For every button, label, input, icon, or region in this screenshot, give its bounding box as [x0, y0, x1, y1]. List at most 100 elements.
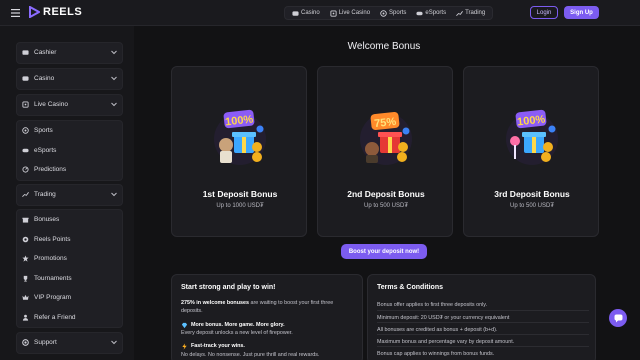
sidebar-item-label: Live Casino — [34, 101, 68, 109]
deposit-bonus-card-3[interactable]: 100% 3rd Deposit Bonus Up to 500 USD₮ — [463, 66, 599, 237]
sidebar-item-label: Bonuses — [34, 216, 60, 224]
sidebar-item-label: Trading — [34, 191, 56, 199]
top-navigation: Casino Live Casino Sports eSports Tradin… — [284, 6, 494, 20]
sidebar-item-sports[interactable]: Sports — [17, 121, 122, 141]
topnav-sports[interactable]: Sports — [376, 8, 410, 18]
sidebar-item-support[interactable]: Support — [17, 333, 122, 353]
sports-icon — [22, 127, 29, 134]
info-intro: 275% in welcome bonuses are waiting to b… — [181, 299, 356, 315]
card-title: 3rd Deposit Bonus — [494, 189, 570, 199]
terms-item: Maximum bonus and percentage vary by dep… — [377, 334, 589, 345]
info-point-1-title: More bonus. More game. More glory. — [191, 322, 285, 328]
terms-item: Minimum deposit: 20 USD₮ or your currenc… — [377, 310, 589, 321]
promotions-icon — [22, 255, 29, 262]
sidebar-item-casino[interactable]: Casino — [17, 69, 122, 89]
sidebar-item-label: Promotions — [34, 255, 67, 263]
reels-logo-icon — [29, 6, 40, 18]
sidebar: Cashier Casino Live Casino Sports eSport… — [0, 26, 134, 360]
sidebar-item-live-casino[interactable]: Live Casino — [17, 95, 122, 115]
topnav-label: eSports — [425, 10, 447, 16]
info-point-2-title: Fast-track your wins. — [191, 343, 245, 349]
sidebar-item-bonuses[interactable]: Bonuses — [17, 210, 122, 230]
sidebar-item-label: eSports — [34, 146, 57, 154]
card-subtitle: Up to 1000 USD₮ — [216, 203, 264, 209]
chevron-down-icon — [111, 340, 117, 345]
bonus-gift-illustration: 75% — [360, 111, 412, 165]
sidebar-item-label: Reels Points — [34, 235, 71, 243]
sidebar-item-esports[interactable]: eSports — [17, 141, 122, 161]
sidebar-item-tournaments[interactable]: Tournaments — [17, 269, 122, 289]
esports-icon — [416, 11, 423, 15]
sidebar-group-casino: Casino — [16, 68, 123, 90]
chevron-down-icon — [111, 102, 117, 107]
bonus-badge-text: 75% — [374, 116, 397, 130]
terms-item: Bonus offer applies to first three depos… — [377, 302, 488, 308]
live-casino-icon — [22, 101, 29, 108]
sidebar-item-label: Tournaments — [34, 274, 72, 282]
sidebar-group-trading: Trading — [16, 184, 123, 206]
trophy-icon — [23, 275, 28, 282]
sidebar-group-cashier: Cashier — [16, 42, 123, 64]
info-intro-highlight: 275% in welcome bonuses — [181, 300, 250, 306]
chevron-down-icon — [111, 76, 117, 81]
sidebar-item-label: Casino — [34, 75, 55, 83]
bonus-gift-illustration: 100% — [214, 109, 266, 165]
trading-icon — [22, 192, 29, 198]
topnav-label: Sports — [389, 10, 407, 16]
sports-icon — [380, 9, 387, 17]
reels-logo[interactable]: REELS — [29, 6, 82, 18]
logo-text: REELS — [43, 6, 83, 18]
topnav-casino[interactable]: Casino — [288, 8, 324, 18]
casino-icon — [292, 10, 299, 16]
wallet-icon — [22, 50, 29, 55]
lightning-icon — [182, 342, 187, 350]
boost-deposit-button[interactable]: Boost your deposit now! — [341, 244, 427, 259]
casino-icon — [22, 76, 29, 81]
card-title: 1st Deposit Bonus — [202, 189, 278, 199]
sidebar-item-cashier[interactable]: Cashier — [17, 43, 122, 63]
topnav-trading[interactable]: Trading — [452, 8, 489, 18]
topnav-live-casino[interactable]: Live Casino — [326, 8, 374, 18]
sidebar-item-label: Refer a Friend — [34, 313, 76, 321]
bonus-icon — [22, 218, 29, 223]
topnav-label: Casino — [301, 10, 320, 16]
chat-support-button[interactable] — [609, 309, 627, 327]
crown-icon — [22, 295, 29, 300]
sidebar-item-label: Cashier — [34, 49, 57, 57]
info-point-2-text: No delays. No nonsense. Just pure thrill… — [181, 352, 320, 358]
terms-item: All bonuses are credited as bonus + depo… — [377, 322, 589, 333]
sidebar-group-live-casino: Live Casino — [16, 94, 123, 116]
sidebar-item-predictions[interactable]: Predictions — [17, 160, 122, 180]
info-point-1-text: Every deposit unlocks a new level of fir… — [181, 330, 293, 336]
sidebar-item-trading[interactable]: Trading — [17, 185, 122, 205]
sidebar-item-label: Predictions — [34, 166, 67, 174]
support-icon — [22, 339, 29, 347]
live-casino-icon — [330, 9, 337, 17]
sidebar-item-reels-points[interactable]: Reels Points — [17, 230, 122, 250]
deposit-bonus-card-1[interactable]: 100% 1st Deposit Bonus Up to 1000 USD₮ — [171, 66, 307, 237]
chat-icon — [614, 314, 622, 322]
terms-title: Terms & Conditions — [377, 284, 443, 291]
card-subtitle: Up to 500 USD₮ — [363, 203, 409, 209]
hamburger-menu-icon[interactable] — [11, 9, 20, 17]
top-bar: REELS Casino Live Casino Sports eSports … — [0, 0, 640, 26]
sidebar-item-promotions[interactable]: Promotions — [17, 249, 122, 269]
chevron-down-icon — [111, 192, 117, 197]
sidebar-item-refer-a-friend[interactable]: Refer a Friend — [17, 308, 122, 328]
sidebar-item-vip-program[interactable]: VIP Program — [17, 288, 122, 308]
login-button[interactable]: Login — [530, 6, 558, 19]
info-point-1: More bonus. More game. More glory. — [181, 321, 356, 329]
sidebar-item-label: Sports — [34, 127, 53, 135]
deposit-bonus-card-2[interactable]: 75% 2nd Deposit Bonus Up to 500 USD₮ — [317, 66, 453, 237]
info-point-2: Fast-track your wins. — [181, 342, 356, 350]
sidebar-item-label: Support — [34, 339, 57, 347]
esports-icon — [22, 148, 29, 152]
chevron-down-icon — [111, 50, 117, 55]
signup-button[interactable]: Sign Up — [564, 6, 599, 19]
topnav-esports[interactable]: eSports — [412, 8, 450, 18]
predictions-icon — [22, 166, 29, 173]
card-subtitle: Up to 500 USD₮ — [509, 203, 555, 209]
topnav-label: Trading — [465, 10, 486, 16]
terms-item: Bonus cap applies to winnings from bonus… — [377, 346, 589, 357]
main-content: Welcome Bonus 100% 1st Deposit Bonus Up … — [134, 26, 640, 360]
